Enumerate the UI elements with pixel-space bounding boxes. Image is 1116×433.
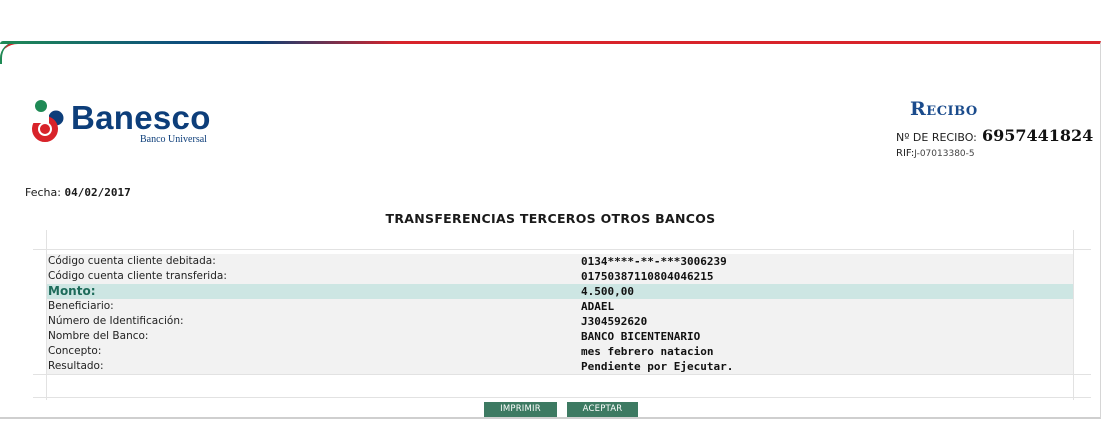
detail-value: 0134****-**-***3006239 — [581, 255, 727, 268]
detail-value: 01750387110804046215 — [581, 270, 714, 283]
frame-corner — [0, 42, 16, 64]
detail-value: J304592620 — [581, 315, 648, 328]
detail-row-bank-name: Nombre del Banco: BANCO BICENTENARIO — [47, 329, 1073, 344]
detail-label: Código cuenta cliente debitada: — [48, 255, 216, 267]
detail-label: Número de Identificación: — [48, 315, 184, 327]
detail-row-identification: Número de Identificación: J304592620 — [47, 314, 1073, 329]
frame-accent-stripe — [0, 41, 400, 44]
rif-row: RIF:J-07013380-5 — [896, 148, 975, 159]
detail-row-amount: Monto: 4.500,00 — [47, 284, 1073, 299]
banesco-logo-icon — [29, 100, 64, 142]
detail-value: Pendiente por Ejecutar. — [581, 360, 734, 373]
detail-label: Resultado: — [48, 360, 104, 372]
detail-value: 4.500,00 — [581, 285, 634, 298]
detail-label: Monto: — [48, 284, 96, 298]
brand-subtitle: Banco Universal — [140, 134, 207, 145]
section-title: TRANSFERENCIAS TERCEROS OTROS BANCOS — [385, 211, 716, 226]
accept-button[interactable]: ACEPTAR — [567, 402, 638, 417]
detail-row-result: Resultado: Pendiente por Ejecutar. — [47, 359, 1073, 374]
receipt-number-label: Nº DE RECIBO: — [896, 131, 977, 144]
rif-label: RIF: — [896, 148, 915, 159]
print-button[interactable]: IMPRIMIR — [484, 402, 557, 417]
receipt-title: Recibo — [910, 98, 978, 120]
receipt-number-row: Nº DE RECIBO: 6957441824 — [896, 126, 1093, 145]
details-table: Código cuenta cliente debitada: 0134****… — [47, 254, 1073, 374]
date-value: 04/02/2017 — [64, 186, 131, 199]
detail-value: mes febrero natacion — [581, 345, 714, 358]
detail-value: ADAEL — [581, 300, 615, 313]
detail-label: Concepto: — [48, 345, 102, 357]
detail-row-destination-account: Código cuenta cliente transferida: 01750… — [47, 269, 1073, 284]
table-divider-top — [33, 249, 1091, 250]
detail-value: BANCO BICENTENARIO — [581, 330, 701, 343]
date-row: Fecha: 04/02/2017 — [25, 186, 131, 199]
detail-label: Nombre del Banco: — [48, 330, 149, 342]
rif-value: J-07013380-5 — [914, 149, 975, 159]
receipt-number: 6957441824 — [981, 126, 1094, 145]
table-border-right — [1073, 230, 1074, 400]
detail-row-debited-account: Código cuenta cliente debitada: 0134****… — [47, 254, 1073, 269]
detail-label: Código cuenta cliente transferida: — [48, 270, 227, 282]
brand-name: Banesco — [71, 99, 211, 136]
detail-row-beneficiary: Beneficiario: ADAEL — [47, 299, 1073, 314]
detail-label: Beneficiario: — [48, 300, 114, 312]
banesco-logo: Banesco Banco Universal — [27, 96, 227, 148]
table-divider-bottom — [33, 374, 1091, 375]
date-label: Fecha: — [25, 186, 61, 199]
detail-row-concept: Concepto: mes febrero natacion — [47, 344, 1073, 359]
table-divider-footer — [33, 397, 1091, 398]
